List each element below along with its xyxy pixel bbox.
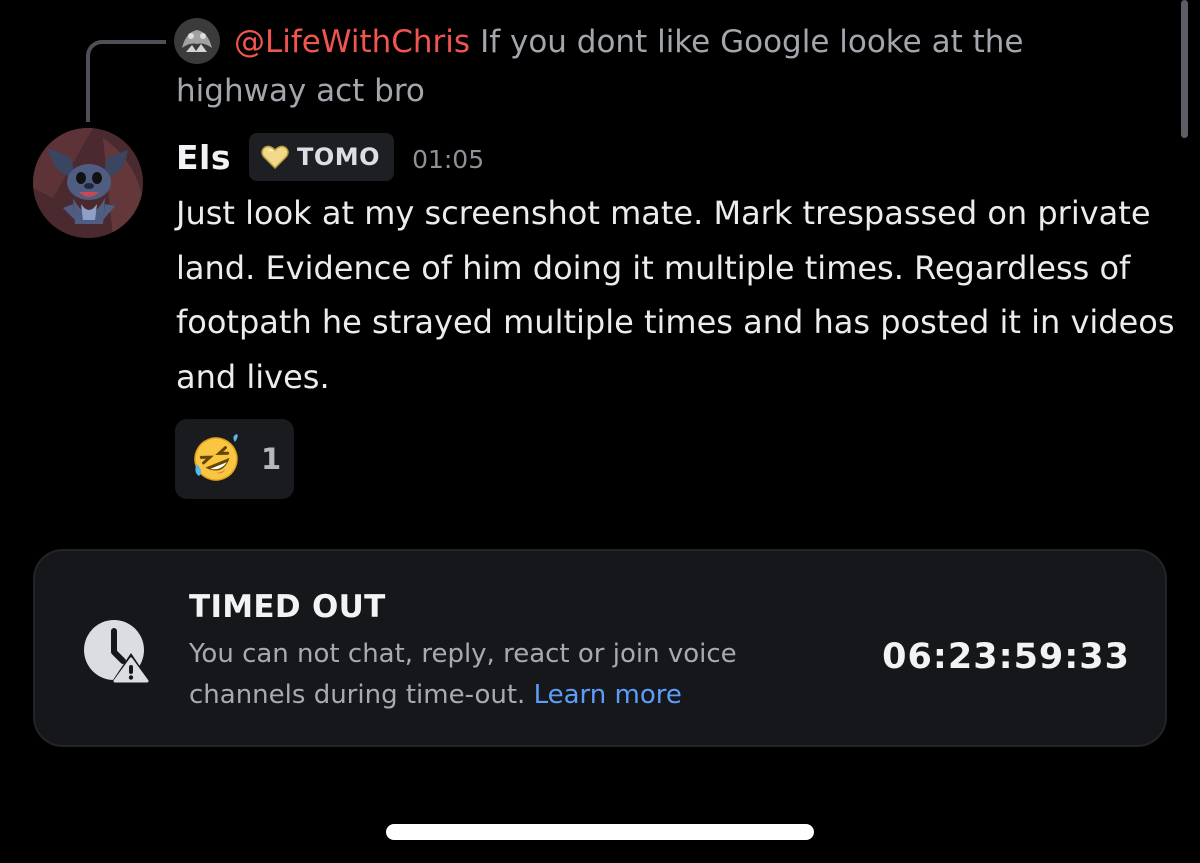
author-name[interactable]: Els [176, 138, 231, 177]
reply-preview[interactable]: @LifeWithChris If you dont like Google lo… [176, 18, 1076, 116]
timeout-description: You can not chat, reply, react or join v… [189, 634, 789, 716]
reply-connector-line [86, 40, 166, 122]
author-avatar[interactable] [33, 128, 143, 238]
reaction-count: 1 [261, 442, 282, 476]
rolling-on-floor-laughing-icon [194, 434, 238, 481]
learn-more-link[interactable]: Learn more [534, 680, 682, 710]
timeout-countdown: 06:23:59:33 [882, 637, 1130, 677]
message-header: Els TOMO 01:05 [176, 132, 484, 182]
message-timestamp: 01:05 [412, 144, 485, 174]
reaction-button[interactable]: 1 [175, 419, 294, 499]
server-tag-label: TOMO [297, 143, 381, 171]
home-indicator[interactable] [386, 824, 814, 840]
server-tag-badge[interactable]: TOMO [249, 133, 395, 181]
clock-warning-icon [81, 619, 153, 685]
reply-mention[interactable]: @LifeWithChris [234, 24, 470, 60]
stitch-avatar-icon [33, 128, 143, 238]
scrollbar-thumb[interactable] [1181, 0, 1188, 138]
timeout-title: TIMED OUT [189, 589, 386, 625]
message-content: Just look at my screenshot mate. Mark tr… [176, 194, 1175, 396]
timeout-notice: TIMED OUT You can not chat, reply, react… [33, 549, 1167, 747]
heart-icon [261, 145, 289, 169]
